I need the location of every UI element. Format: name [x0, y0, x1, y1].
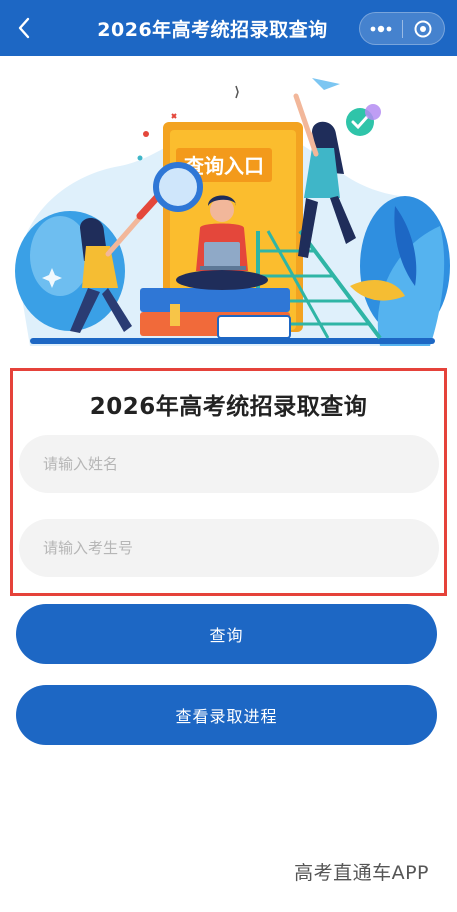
top-bar: 2026年高考统招录取查询 — [0, 0, 457, 56]
more-dots-icon — [370, 25, 392, 32]
exam-number-input[interactable] — [19, 519, 439, 577]
target-circle-icon — [414, 20, 432, 37]
chevron-left-icon — [18, 17, 30, 39]
view-progress-button[interactable]: 查看录取进程 — [16, 685, 437, 745]
hero-illustration: 查询入口 — [0, 56, 457, 356]
page-title: 2026年高考统招录取查询 — [97, 18, 328, 41]
query-button[interactable]: 查询 — [16, 604, 437, 664]
watermark-text: 高考直通车APP — [294, 862, 429, 884]
miniapp-capsule — [359, 12, 445, 45]
query-form: 2026年高考统招录取查询 — [10, 368, 447, 596]
hero-graphic: 查询入口 — [15, 78, 450, 346]
name-input[interactable] — [19, 435, 439, 493]
form-title: 2026年高考统招录取查询 — [89, 394, 368, 420]
more-button[interactable] — [360, 13, 402, 44]
close-miniapp-button[interactable] — [403, 13, 445, 44]
back-button[interactable] — [10, 14, 38, 42]
page: 2026年高考统招录取查询 查询入口 2026年高考统招录取查询 请输入姓名 请… — [0, 0, 457, 912]
